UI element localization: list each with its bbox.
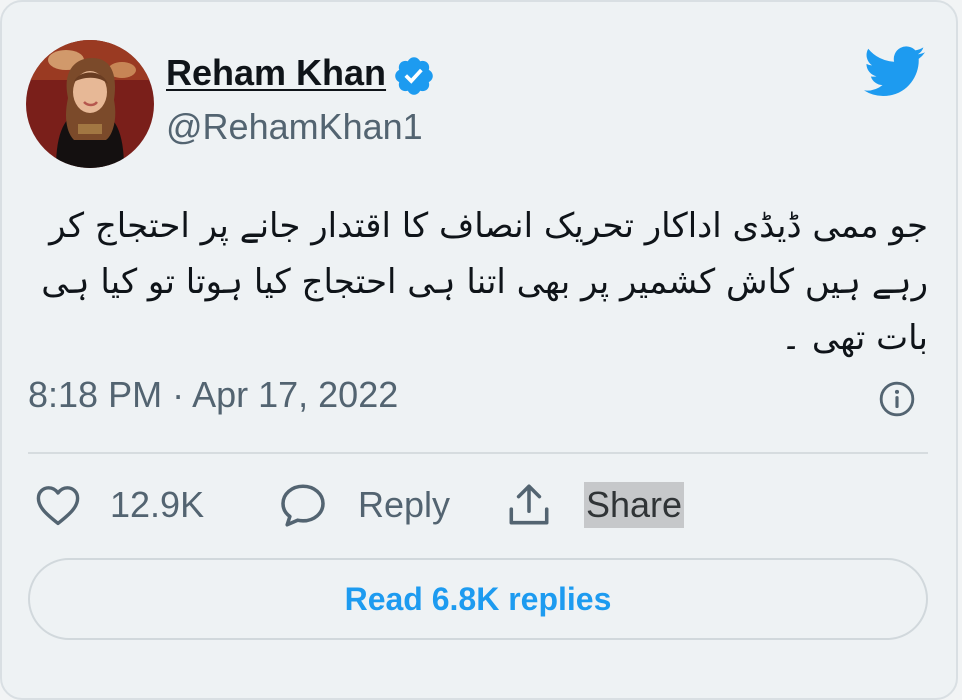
- share-upload-icon: [509, 484, 549, 525]
- profile-photo: [26, 40, 154, 168]
- share-label: Share: [584, 482, 685, 528]
- display-name[interactable]: Reham Khan: [166, 52, 386, 94]
- like-count: 12.9K: [110, 484, 205, 525]
- heart-icon: [36, 486, 80, 526]
- verified-badge-icon: [395, 57, 433, 95]
- twitter-bird-icon[interactable]: [864, 46, 926, 98]
- tweet-text: جو ممی ڈیڈی اداکار تحریک انصاف کا اقتدار…: [41, 206, 928, 358]
- avatar[interactable]: [26, 40, 154, 168]
- speech-bubble-icon: [281, 484, 325, 527]
- divider: [28, 452, 928, 454]
- read-replies-button[interactable]: Read 6.8K replies: [28, 558, 928, 640]
- like-button[interactable]: 12.9K: [34, 480, 204, 530]
- info-icon[interactable]: [878, 380, 916, 418]
- reply-button[interactable]: Reply: [278, 480, 450, 530]
- share-button[interactable]: Share: [504, 480, 685, 530]
- tweet-card: Reham Khan @RehamKhan1 جو ممی ڈیڈی اداکا…: [0, 0, 958, 700]
- reply-label: Reply: [358, 484, 451, 525]
- tweet-timestamp[interactable]: 8:18 PM · Apr 17, 2022: [28, 374, 398, 416]
- handle[interactable]: @RehamKhan1: [166, 106, 423, 148]
